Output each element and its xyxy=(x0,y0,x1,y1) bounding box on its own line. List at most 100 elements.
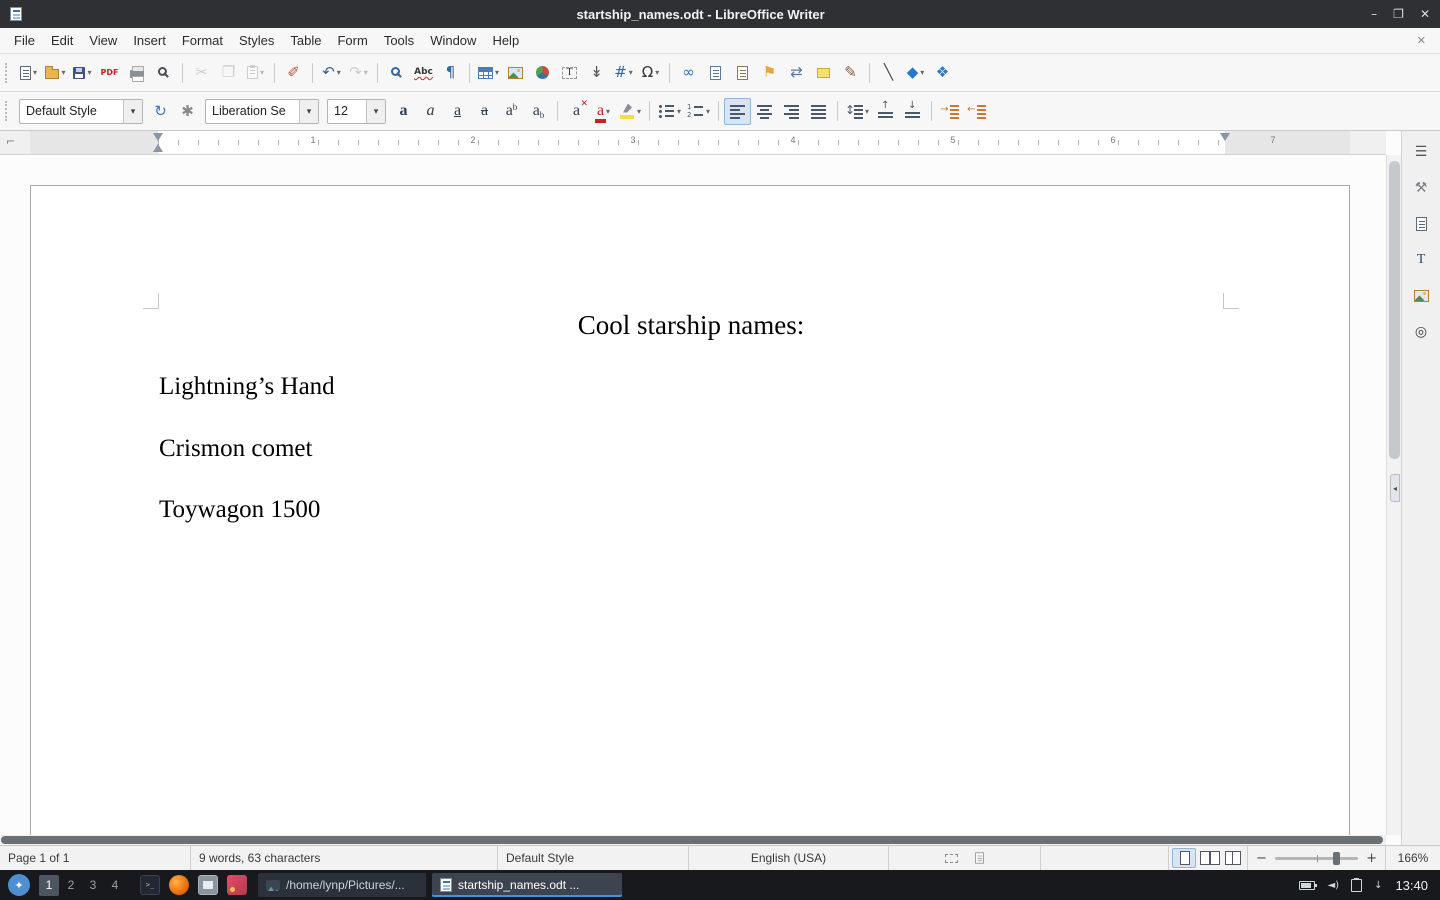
ruler-band[interactable]: 1234567 xyxy=(30,131,1350,154)
zoom-slider-thumb[interactable] xyxy=(1333,852,1340,865)
multi-page-view-button[interactable] xyxy=(1198,848,1220,868)
close-button[interactable]: ✕ xyxy=(1420,7,1430,21)
menu-item[interactable]: Insert xyxy=(125,28,174,53)
menu-item[interactable]: View xyxy=(81,28,125,53)
document-heading[interactable]: Cool starship names: xyxy=(159,308,1223,343)
page-style-status[interactable]: Default Style xyxy=(497,846,688,870)
increase-indent-icon[interactable] xyxy=(937,98,964,125)
left-indent-marker[interactable] xyxy=(153,144,163,152)
clipboard-icon[interactable] xyxy=(1351,879,1362,892)
menu-item[interactable]: Styles xyxy=(231,28,282,53)
firefox-icon[interactable] xyxy=(169,875,189,895)
document-paragraph[interactable]: Crismon comet xyxy=(159,433,1223,466)
clock[interactable]: 13:40 xyxy=(1395,878,1428,893)
line-spacing-icon[interactable]: ▾ xyxy=(843,98,872,125)
tab-stop-selector[interactable]: ⌐ xyxy=(6,135,15,148)
track-changes-icon[interactable]: ✎ xyxy=(837,59,864,86)
insert-endnote-icon[interactable] xyxy=(729,59,756,86)
page-deck-icon[interactable] xyxy=(1408,211,1435,237)
file-manager-icon[interactable] xyxy=(198,875,218,895)
align-right-icon[interactable] xyxy=(778,98,805,125)
horizontal-ruler[interactable]: ⌐ 1234567 xyxy=(0,131,1386,155)
right-indent-marker[interactable] xyxy=(1220,133,1230,141)
styles-deck-icon[interactable]: T xyxy=(1408,247,1435,273)
undo-icon[interactable]: ↶ ▾ xyxy=(318,59,345,86)
page-break-icon[interactable]: ↡ xyxy=(583,59,610,86)
properties-icon[interactable]: ⚒ xyxy=(1408,175,1435,201)
media-app-icon[interactable] xyxy=(227,875,247,895)
font-color-icon[interactable]: a ▾ xyxy=(590,98,617,125)
page-number-status[interactable]: Page 1 of 1 xyxy=(0,846,190,870)
insert-comment-icon[interactable] xyxy=(810,59,837,86)
cross-reference-icon[interactable]: ⇄ xyxy=(783,59,810,86)
redo-icon[interactable]: ↷ ▾ xyxy=(345,59,372,86)
menu-item[interactable]: Window xyxy=(422,28,484,53)
find-replace-icon[interactable] xyxy=(383,59,410,86)
sidebar-toggle[interactable]: ◂ xyxy=(1390,474,1400,502)
zoom-slider[interactable] xyxy=(1275,857,1358,860)
paragraph-spacing-increase-icon[interactable] xyxy=(872,98,899,125)
menu-item[interactable]: Edit xyxy=(43,28,81,53)
close-document-icon[interactable]: ✕ xyxy=(1417,34,1426,47)
gallery-deck-icon[interactable] xyxy=(1408,283,1435,309)
insert-line-icon[interactable]: ╲ xyxy=(875,59,902,86)
highlight-color-icon[interactable]: ▾ xyxy=(617,98,644,125)
cut-icon[interactable]: ✂ xyxy=(188,59,215,86)
document-text-area[interactable]: Cool starship names: Lightning’s Hand Cri… xyxy=(159,308,1223,556)
font-size-combobox[interactable]: 12 ▾ xyxy=(327,99,386,124)
open-icon[interactable]: ▾ xyxy=(42,59,69,86)
bullet-list-icon[interactable]: ▾ xyxy=(655,98,684,125)
navigator-deck-icon[interactable]: ◎ xyxy=(1408,319,1435,345)
new-document-icon[interactable]: ▾ xyxy=(15,59,42,86)
copy-icon[interactable]: ❐ xyxy=(215,59,242,86)
align-justify-icon[interactable] xyxy=(805,98,832,125)
paragraph-style-dropdown-arrow[interactable]: ▾ xyxy=(123,100,142,123)
sidebar-settings-icon[interactable]: ☰ xyxy=(1408,139,1435,165)
zoom-in-button[interactable]: + xyxy=(1366,851,1377,866)
underline-icon[interactable]: a xyxy=(444,98,471,125)
basic-shapes-icon[interactable]: ◆ ▾ xyxy=(902,59,929,86)
new-style-icon[interactable]: ✱ xyxy=(174,98,201,125)
taskbar-window-button[interactable]: /home/lynp/Pictures/... xyxy=(258,873,426,897)
font-name-dropdown-arrow[interactable]: ▾ xyxy=(299,100,318,123)
toolbar-grip[interactable] xyxy=(5,101,9,121)
menu-item[interactable]: File xyxy=(6,28,43,53)
minimize-button[interactable]: – xyxy=(1371,7,1377,21)
save-icon[interactable]: ▾ xyxy=(69,59,96,86)
document-page[interactable]: Cool starship names: Lightning’s Hand Cri… xyxy=(30,185,1350,845)
toolbar-grip[interactable] xyxy=(5,63,9,83)
insert-textbox-icon[interactable]: T xyxy=(556,59,583,86)
strikethrough-icon[interactable]: a xyxy=(471,98,498,125)
insert-footnote-icon[interactable] xyxy=(702,59,729,86)
word-count-status[interactable]: 9 words, 63 characters xyxy=(190,846,497,870)
insert-bookmark-icon[interactable]: ⚑ xyxy=(756,59,783,86)
bold-icon[interactable]: a xyxy=(390,98,417,125)
clone-formatting-icon[interactable]: ✐ xyxy=(280,59,307,86)
horizontal-scrollbar-thumb[interactable] xyxy=(1,836,1383,844)
signature-status[interactable] xyxy=(1040,846,1168,870)
restore-button[interactable]: ❐ xyxy=(1393,7,1404,21)
spelling-icon[interactable]: Abc xyxy=(410,59,437,86)
titlebar[interactable]: startship_names.odt - LibreOffice Writer… xyxy=(0,0,1440,28)
document-paragraph[interactable]: Lightning’s Hand xyxy=(159,371,1223,404)
numbered-list-icon[interactable]: ▾ xyxy=(684,98,713,125)
menu-item[interactable]: Table xyxy=(282,28,329,53)
workspace-button[interactable]: 1 xyxy=(39,875,59,896)
print-icon[interactable] xyxy=(123,59,150,86)
draw-functions-icon[interactable]: ❖ xyxy=(929,59,956,86)
subscript-icon[interactable]: a xyxy=(525,98,552,125)
paragraph-spacing-decrease-icon[interactable] xyxy=(899,98,926,125)
menu-item[interactable]: Help xyxy=(484,28,527,53)
insert-table-icon[interactable]: ▾ xyxy=(475,59,502,86)
language-status[interactable]: English (USA) xyxy=(688,846,888,870)
align-center-icon[interactable] xyxy=(751,98,778,125)
terminal-icon[interactable]: >_ xyxy=(140,875,160,895)
menu-item[interactable]: Form xyxy=(329,28,375,53)
formatting-marks-icon[interactable]: ¶ xyxy=(437,59,464,86)
menu-item[interactable]: Format xyxy=(174,28,231,53)
horizontal-scrollbar[interactable] xyxy=(0,835,1386,845)
battery-icon[interactable] xyxy=(1299,881,1315,890)
paste-icon[interactable]: ▾ xyxy=(242,59,269,86)
font-name-combobox[interactable]: Liberation Se ▾ xyxy=(205,99,319,124)
italic-icon[interactable]: a xyxy=(417,98,444,125)
